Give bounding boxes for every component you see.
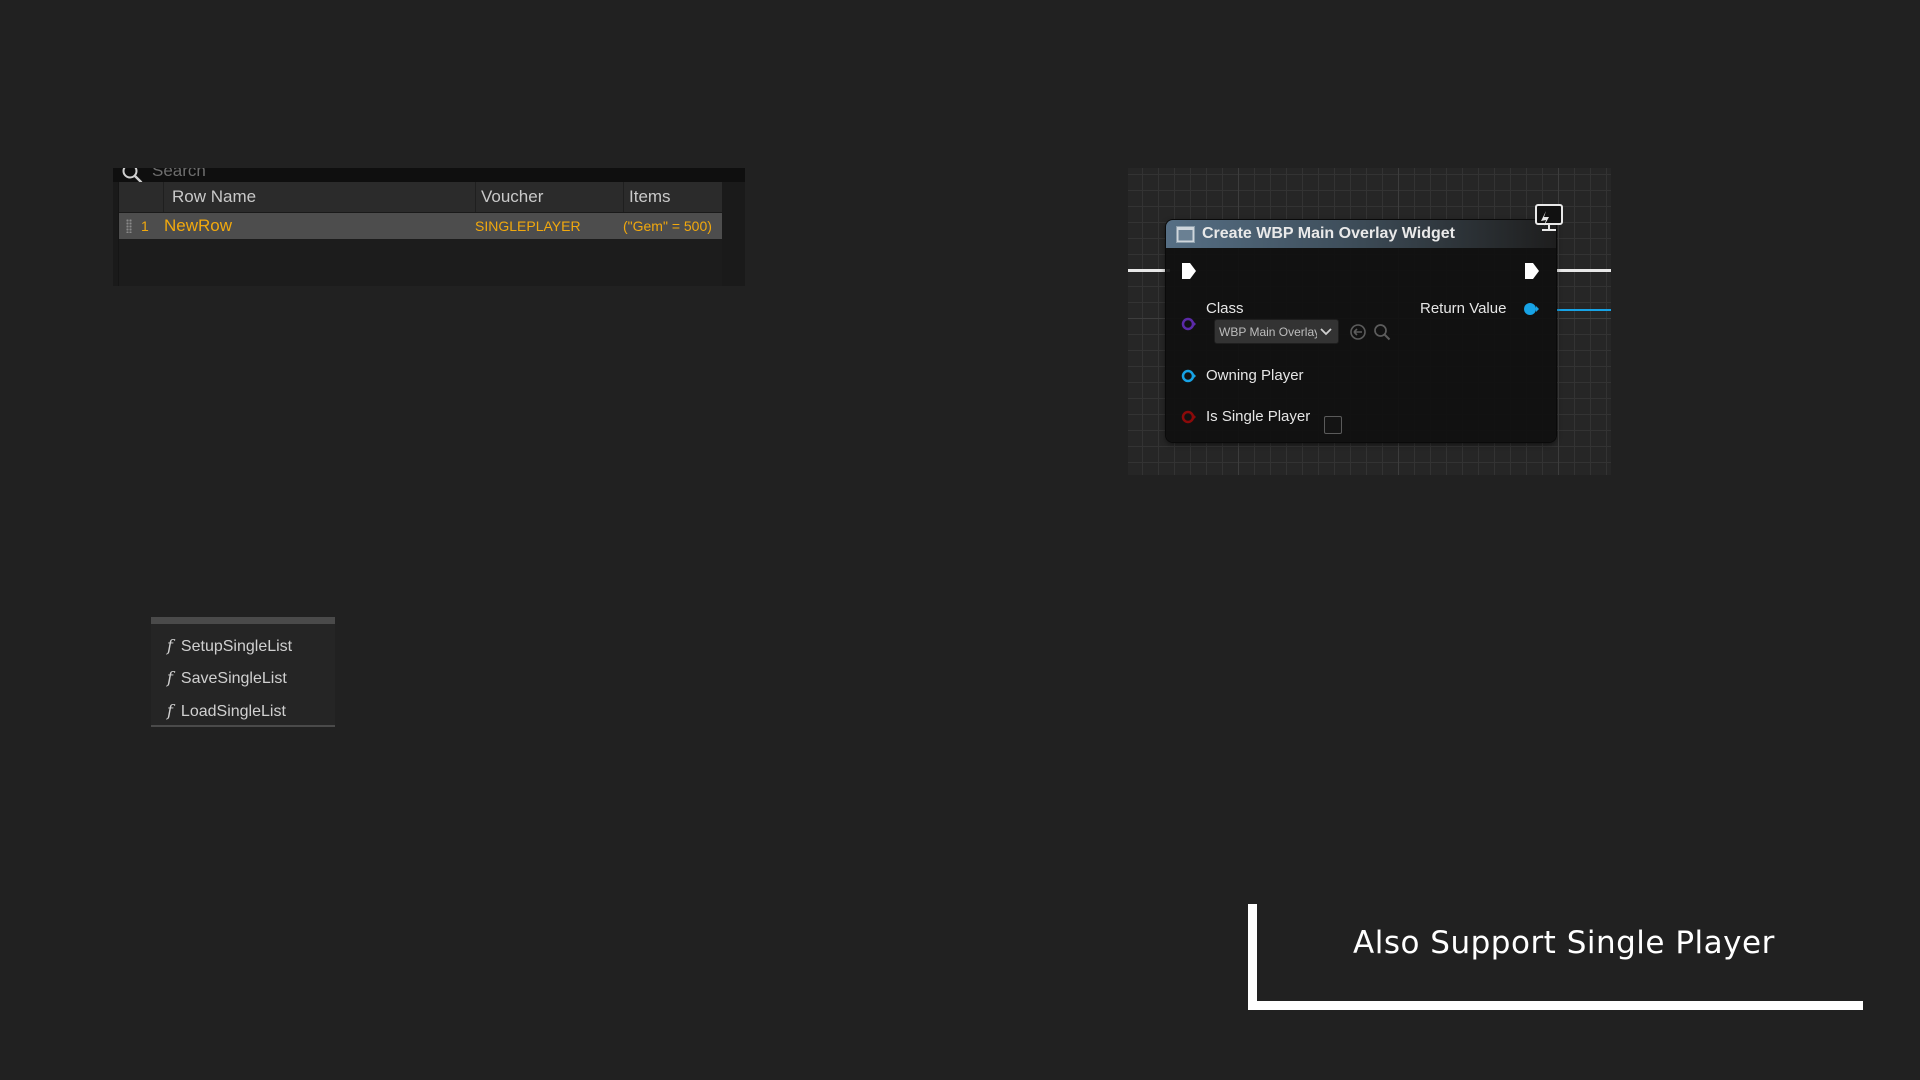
column-header-index — [119, 182, 163, 212]
search-bar[interactable] — [113, 168, 745, 182]
column-header-row-name[interactable]: Row Name — [163, 182, 475, 212]
caption-text: Also Support Single Player — [1353, 925, 1775, 961]
exec-in-pin-icon[interactable] — [1181, 262, 1197, 285]
function-list: f SetupSingleList f SaveSingleList f LoadSi… — [151, 617, 335, 727]
node-header[interactable]: Create WBP Main Overlay Widget — [1166, 220, 1556, 248]
widget-icon — [1176, 226, 1195, 248]
is-single-player-label: Is Single Player — [1206, 408, 1311, 425]
row-name-cell[interactable]: NewRow — [164, 213, 232, 239]
exec-wire-in — [1128, 269, 1170, 272]
blueprint-graph[interactable]: Create WBP Main Overlay Widget Class WBP… — [1128, 168, 1611, 475]
list-item[interactable]: f LoadSingleList — [167, 698, 286, 724]
search-input[interactable] — [150, 168, 554, 182]
function-icon: f — [167, 668, 173, 687]
function-icon: f — [167, 701, 173, 720]
table-row[interactable]: 1 NewRow SINGLEPLAYER ("Gem" = 500) — [119, 213, 722, 239]
return-value-pin-icon[interactable] — [1523, 301, 1541, 322]
exec-wire-out — [1556, 269, 1611, 272]
client-only-icon — [1532, 202, 1566, 239]
class-pin-label: Class — [1206, 300, 1244, 317]
owning-player-pin-icon[interactable] — [1181, 368, 1197, 389]
node-title: Create WBP Main Overlay Widget — [1202, 225, 1455, 242]
browse-asset-search-icon[interactable] — [1373, 323, 1391, 346]
owning-player-label: Owning Player — [1206, 367, 1304, 384]
data-table-panel: Row Name Voucher Items 1 NewRow SINGLEPL… — [113, 168, 745, 286]
row-drag-handle-icon[interactable] — [126, 219, 132, 233]
data-table-grid: Row Name Voucher Items 1 NewRow SINGLEPL… — [118, 182, 722, 286]
return-value-label: Return Value — [1420, 300, 1507, 317]
items-cell[interactable]: ("Gem" = 500) — [623, 213, 712, 239]
chevron-down-icon — [1320, 321, 1332, 343]
is-single-player-pin-icon[interactable] — [1181, 409, 1197, 430]
function-name: SetupSingleList — [180, 638, 293, 655]
exec-out-pin-icon[interactable] — [1524, 262, 1540, 285]
column-header-voucher[interactable]: Voucher — [475, 182, 623, 212]
list-item[interactable]: f SaveSingleList — [167, 665, 287, 691]
voucher-cell[interactable]: SINGLEPLAYER — [475, 213, 581, 239]
column-header-items[interactable]: Items — [623, 182, 722, 212]
create-widget-node[interactable]: Create WBP Main Overlay Widget Class WBP… — [1166, 204, 1563, 442]
row-index: 1 — [141, 218, 149, 234]
return-value-wire — [1556, 309, 1611, 311]
list-item[interactable]: f SetupSingleList — [167, 633, 292, 659]
search-icon — [121, 168, 143, 182]
is-single-player-checkbox[interactable] — [1324, 416, 1342, 434]
use-selected-asset-icon[interactable] — [1349, 323, 1367, 346]
table-header: Row Name Voucher Items — [119, 182, 722, 213]
function-name: SaveSingleList — [180, 670, 287, 687]
class-dropdown-value: WBP Main Overlay — [1219, 325, 1317, 339]
function-name: LoadSingleList — [180, 703, 286, 720]
function-icon: f — [167, 636, 173, 655]
class-pin-icon[interactable] — [1181, 316, 1197, 337]
class-dropdown[interactable]: WBP Main Overlay — [1214, 319, 1339, 344]
